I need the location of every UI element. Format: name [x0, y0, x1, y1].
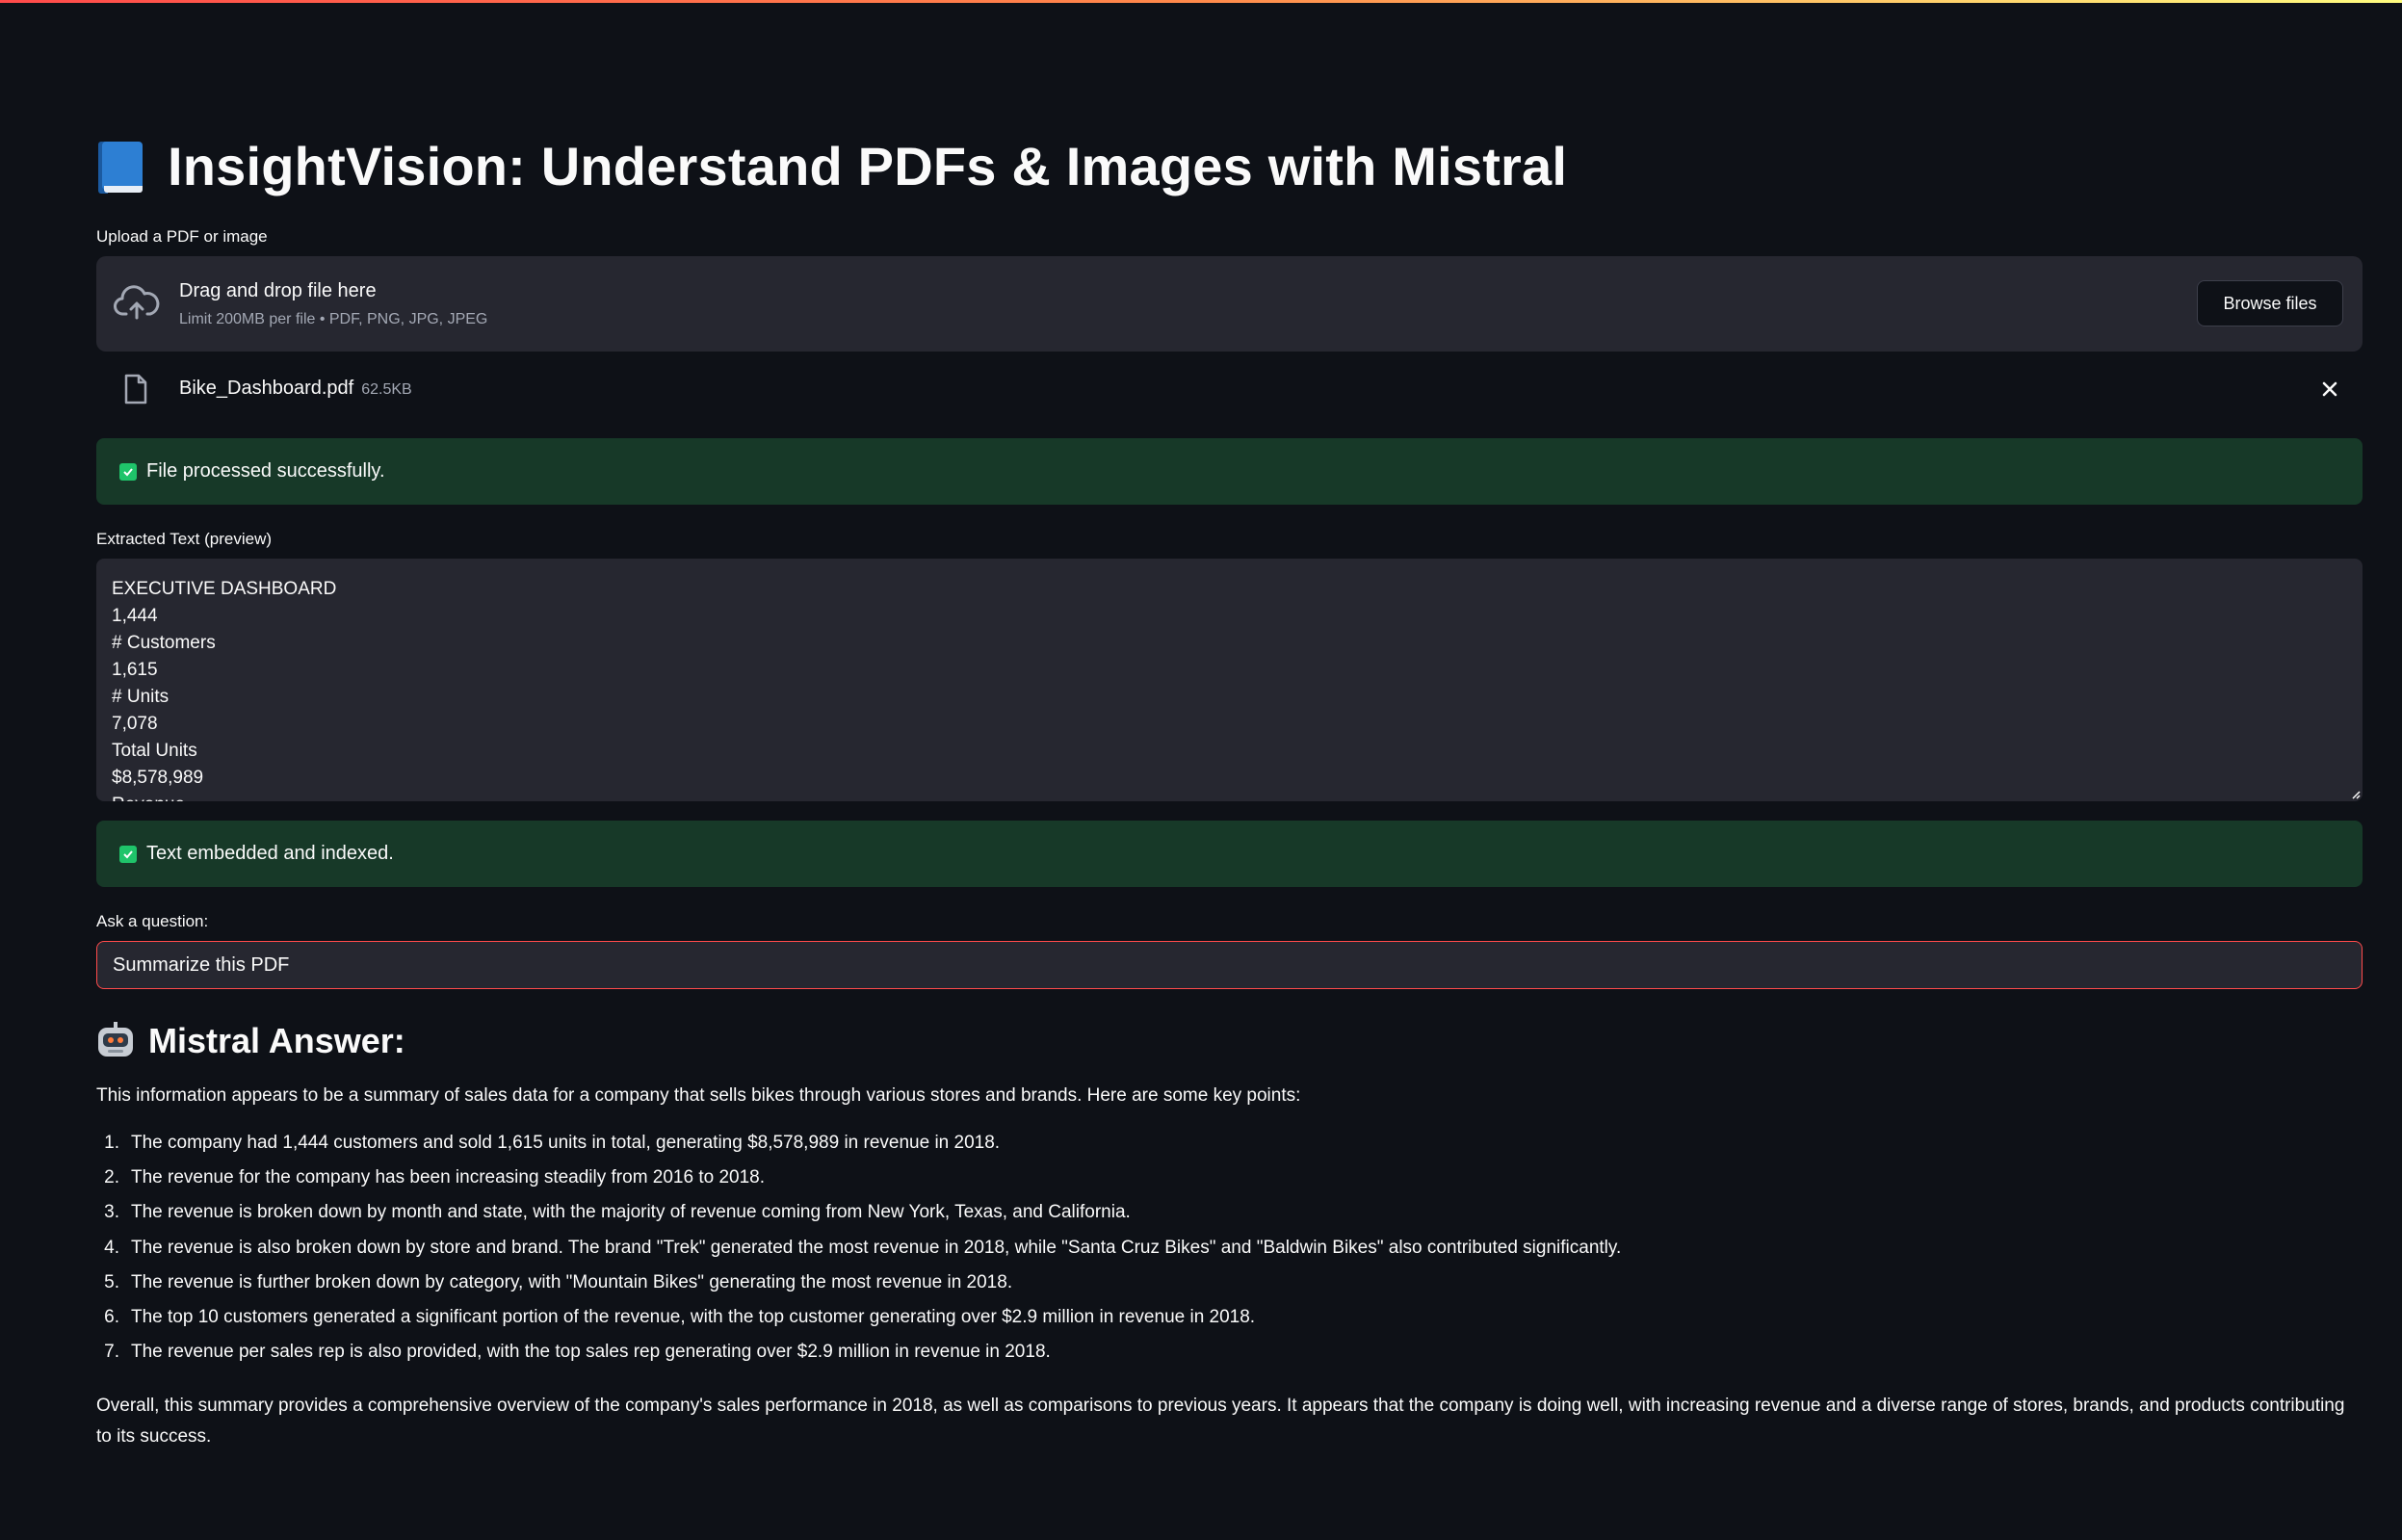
- question-label: Ask a question:: [96, 912, 209, 930]
- list-number: 3.: [104, 1202, 119, 1223]
- list-item: 3. The revenue is broken down by month an…: [96, 1202, 1621, 1237]
- list-item: 2. The revenue for the company has been i…: [96, 1167, 1621, 1202]
- list-item: 7. The revenue per sales rep is also prov…: [96, 1342, 1621, 1376]
- extracted-line: Total Units: [112, 741, 197, 761]
- question-input-value: Summarize this PDF: [113, 953, 290, 976]
- uploaded-file-name: Bike_Dashboard.pdf: [179, 378, 354, 399]
- dropzone-instructions: Drag and drop file here: [179, 280, 377, 301]
- list-item: 1. The company had 1,444 customers and so…: [96, 1133, 1621, 1167]
- uploaded-file-row: Bike_Dashboard.pdf 62.5KB: [96, 366, 2363, 412]
- resize-handle-icon[interactable]: [2351, 790, 2361, 799]
- extracted-line: 1,615: [112, 660, 158, 680]
- processed-success-alert: File processed successfully.: [96, 438, 2363, 505]
- indexed-success-text: Text embedded and indexed.: [146, 843, 394, 864]
- file-dropzone[interactable]: Drag and drop file here Limit 200MB per …: [96, 256, 2363, 352]
- check-mark-icon: [119, 462, 137, 481]
- page-title-text: InsightVision: Understand PDFs & Images …: [168, 136, 1568, 196]
- top-decoration-bar: [0, 0, 2402, 3]
- list-item: 4. The revenue is also broken down by sto…: [96, 1238, 1621, 1272]
- list-item-text: The revenue is broken down by month and …: [131, 1202, 1131, 1223]
- extracted-text-label: Extracted Text (preview): [96, 530, 273, 548]
- file-icon: [124, 374, 147, 405]
- list-item-text: The revenue per sales rep is also provid…: [131, 1342, 1051, 1363]
- list-item: 6. The top 10 customers generated a signi…: [96, 1307, 1621, 1342]
- answer-conclusion: Overall, this summary provides a compreh…: [96, 1396, 2345, 1447]
- list-number: 2.: [104, 1167, 119, 1188]
- extracted-text-area[interactable]: EXECUTIVE DASHBOARD 1,444 # Customers 1,…: [96, 559, 2363, 801]
- extracted-line: # Units: [112, 687, 170, 707]
- browse-files-button[interactable]: Browse files: [2197, 280, 2343, 326]
- indexed-success-alert: Text embedded and indexed.: [96, 821, 2363, 887]
- extracted-line: 1,444: [112, 606, 158, 626]
- list-number: 4.: [104, 1237, 119, 1258]
- page-title: InsightVision: Understand PDFs & Images …: [96, 135, 1567, 197]
- cloud-upload-icon: [114, 285, 160, 320]
- extracted-line: 7,078: [112, 714, 158, 734]
- robot-icon: [96, 1022, 135, 1060]
- list-number: 6.: [104, 1306, 119, 1327]
- processed-success-text: File processed successfully.: [146, 460, 385, 482]
- extracted-line: EXECUTIVE DASHBOARD: [112, 579, 337, 599]
- list-item-text: The revenue is also broken down by store…: [131, 1237, 1622, 1258]
- uploader-label: Upload a PDF or image: [96, 227, 268, 246]
- blue-book-icon: [96, 140, 146, 194]
- list-number: 7.: [104, 1342, 119, 1363]
- check-mark-icon: [119, 845, 137, 863]
- remove-file-close-icon[interactable]: [2318, 378, 2341, 401]
- extracted-line: Revenue: [112, 792, 2347, 801]
- list-item-text: The revenue for the company has been inc…: [131, 1167, 766, 1188]
- answer-heading: Mistral Answer:: [96, 1021, 405, 1061]
- list-item-text: The company had 1,444 customers and sold…: [131, 1133, 1001, 1153]
- extracted-line: # Customers: [112, 633, 216, 653]
- extracted-line: $8,578,989: [112, 768, 204, 788]
- list-item-text: The top 10 customers generated a signifi…: [131, 1306, 1256, 1327]
- answer-key-points: 1. The company had 1,444 customers and so…: [96, 1133, 1621, 1376]
- answer-heading-text: Mistral Answer:: [148, 1021, 405, 1060]
- list-item-text: The revenue is further broken down by ca…: [131, 1271, 1013, 1292]
- question-input[interactable]: Summarize this PDF: [96, 941, 2363, 989]
- list-number: 5.: [104, 1271, 119, 1292]
- answer-intro: This information appears to be a summary…: [96, 1085, 1301, 1106]
- dropzone-limit-text: Limit 200MB per file • PDF, PNG, JPG, JP…: [179, 311, 488, 327]
- list-item: 5. The revenue is further broken down by …: [96, 1272, 1621, 1307]
- uploaded-file-size: 62.5KB: [361, 381, 412, 398]
- list-number: 1.: [104, 1133, 119, 1153]
